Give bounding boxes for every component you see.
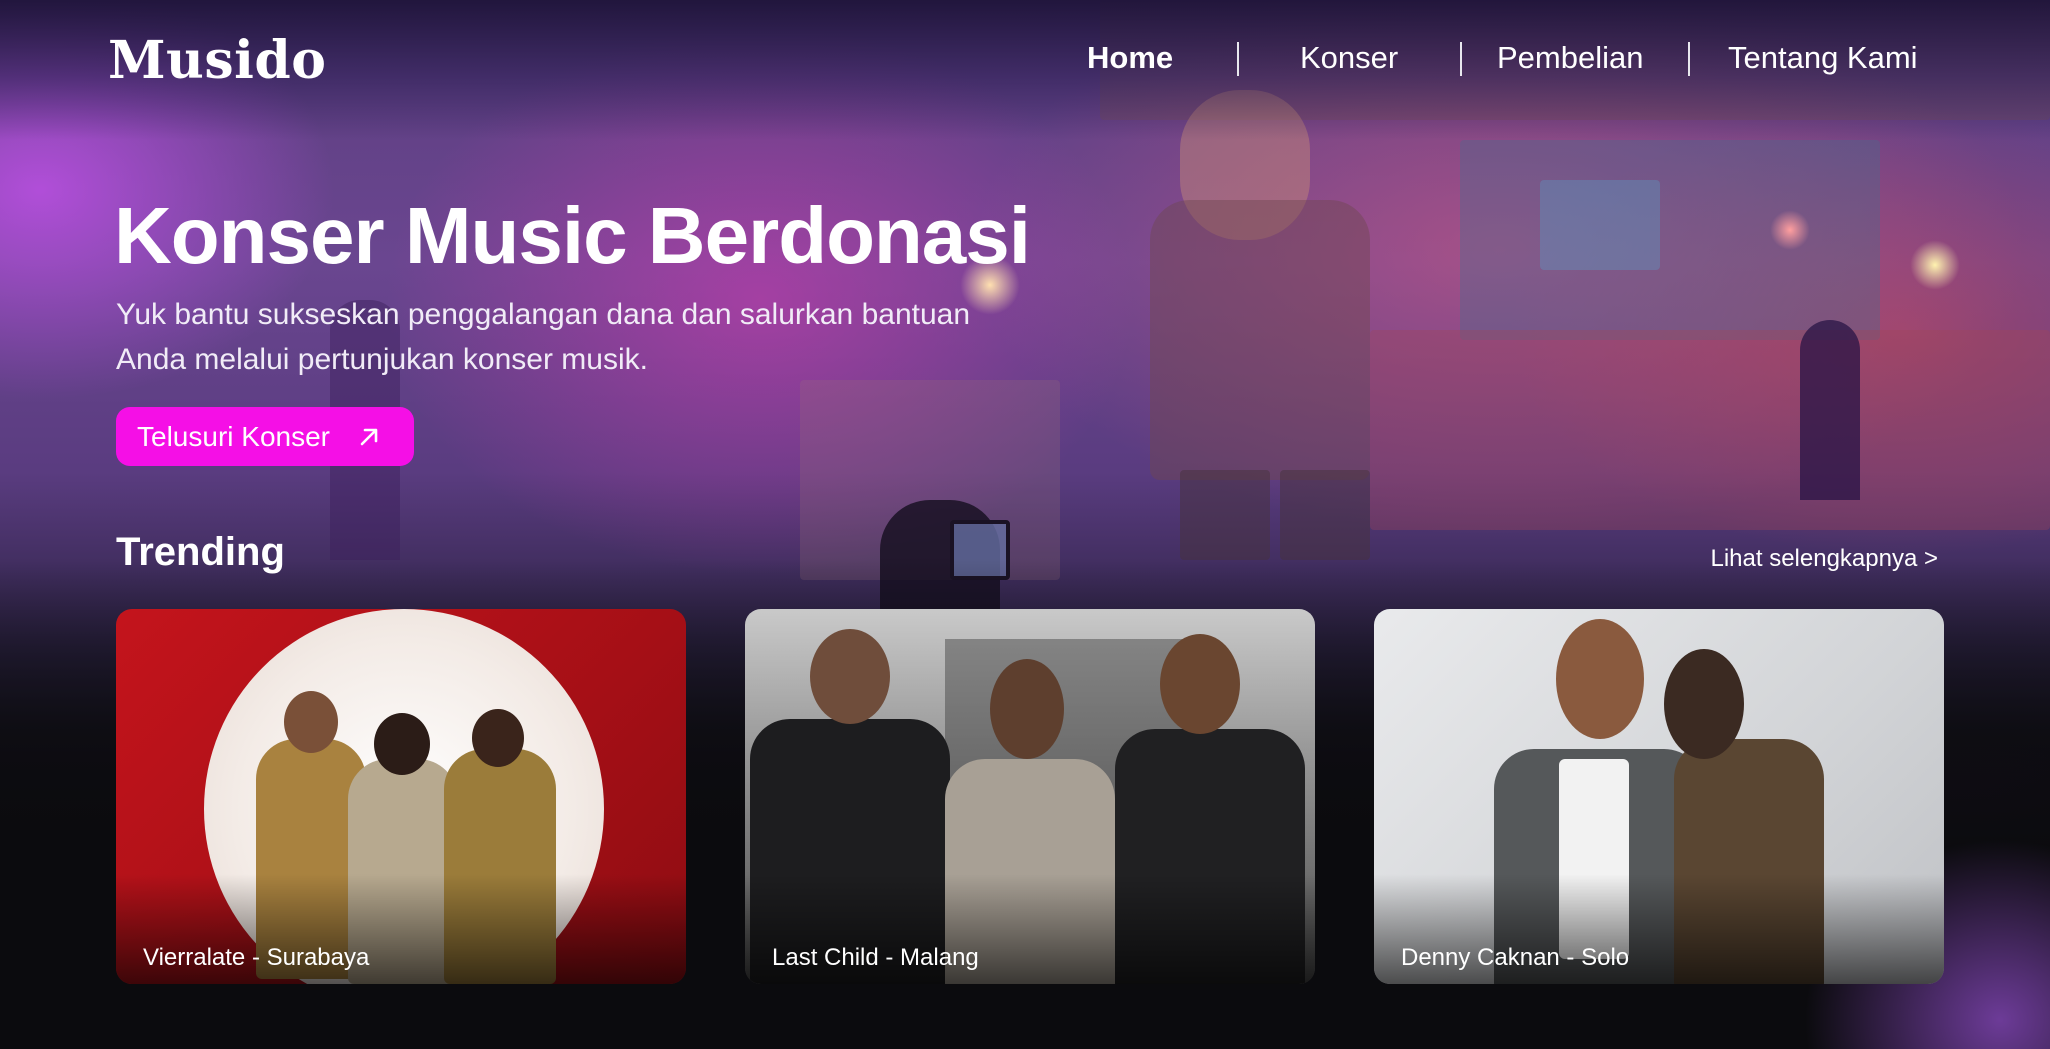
card-person-head (374, 713, 430, 775)
trending-title: Trending (116, 530, 285, 574)
nav-home[interactable]: Home (1087, 40, 1173, 76)
see-more-link[interactable]: Lihat selengkapnya > (1710, 545, 1938, 573)
card-person-head (810, 629, 890, 724)
nav-pembelian[interactable]: Pembelian (1497, 40, 1643, 76)
card-person-head (990, 659, 1064, 759)
card-label: Denny Caknan - Solo (1401, 944, 1630, 971)
card-label: Last Child - Malang (772, 944, 979, 971)
trending-card-1[interactable]: Vierralate - Surabaya (116, 609, 686, 984)
explore-concerts-label: Telusuri Konser (137, 420, 330, 452)
brand-logo[interactable]: Musido (108, 30, 326, 91)
card-person-head (1160, 634, 1240, 734)
card-person-head (1556, 619, 1644, 739)
hero-title: Konser Music Berdonasi (114, 191, 1031, 280)
nav-tentang-kami[interactable]: Tentang Kami (1728, 40, 1918, 76)
nav-separator (1688, 42, 1690, 76)
trending-card-3[interactable]: Denny Caknan - Solo (1374, 609, 1944, 984)
hero-subtitle-line1: Yuk bantu sukseskan penggalangan dana da… (116, 298, 971, 331)
trending-card-2[interactable]: Last Child - Malang (745, 609, 1315, 984)
arrow-up-right-icon (360, 428, 378, 445)
card-person-head (284, 691, 338, 753)
nav-konser[interactable]: Konser (1300, 40, 1398, 76)
explore-concerts-button[interactable]: Telusuri Konser (116, 407, 414, 466)
card-label: Vierralate - Surabaya (143, 944, 370, 971)
nav-separator (1237, 42, 1239, 76)
card-person-head (472, 709, 524, 767)
hero-subtitle-line2: Anda melalui pertunjukan konser musik. (116, 343, 648, 376)
nav-separator (1460, 42, 1462, 76)
card-person-head (1664, 649, 1744, 759)
